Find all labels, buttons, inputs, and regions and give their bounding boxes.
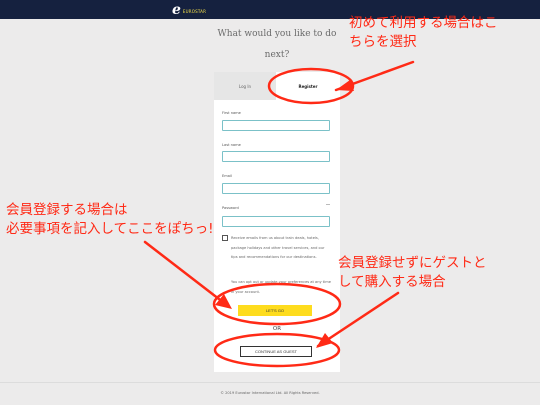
arrow-guest-head [316,333,333,348]
annotation-register-note: 初めて利用する場合はこ ちらを選択 [349,14,498,52]
arrow-guest-line [316,291,400,348]
register-tab-highlight [267,67,355,105]
annotation-signup-note: 会員登録する場合は 必要事項を記入してここをぽちっ! [6,201,214,239]
annotation-register-line1: 初めて利用する場合はこ [349,15,498,31]
guest-button-highlight [213,332,341,368]
arrow-letsgo-line [143,240,230,308]
annotation-guest-note: 会員登録せずにゲストと して購入する場合 [338,254,487,292]
annotation-signup-line2: 必要事項を記入してここをぽちっ! [6,221,214,237]
annotation-register-line2: ちらを選択 [349,34,417,50]
annotation-guest-line2: して購入する場合 [338,274,446,290]
lets-go-highlight [212,282,342,326]
annotation-guest-line1: 会員登録せずにゲストと [338,255,487,271]
annotation-signup-line1: 会員登録する場合は [6,202,128,218]
